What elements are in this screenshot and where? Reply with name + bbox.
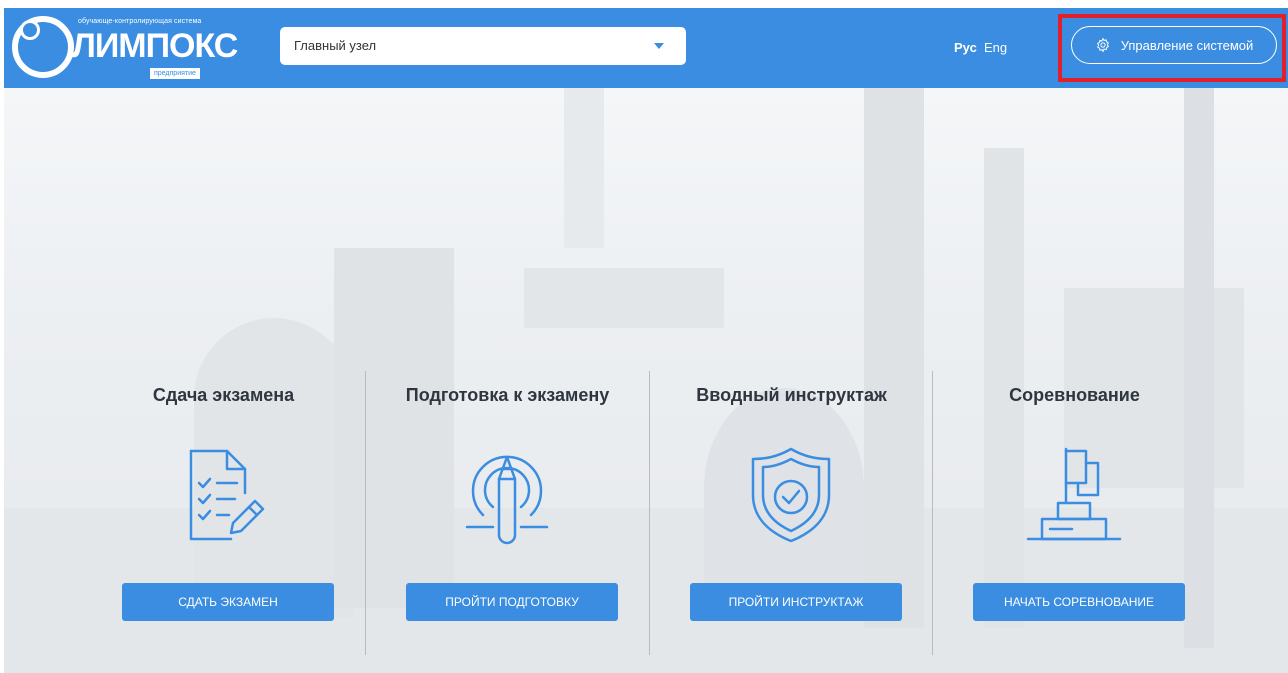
logo-circle-icon xyxy=(12,16,74,78)
podium-flag-icon xyxy=(1014,435,1134,555)
page: обучающе-контролирующая система ЛИМПОКС … xyxy=(4,8,1288,673)
system-management-label: Управление системой xyxy=(1120,37,1254,53)
system-management-button[interactable]: Управление системой xyxy=(1071,26,1277,64)
start-preparation-button[interactable]: ПРОЙТИ ПОДГОТОВКУ xyxy=(406,583,618,621)
feature-cards: Сдача экзамена СДАТЬ ЭКЗАМЕН Подготовка … xyxy=(4,363,1288,663)
take-exam-button[interactable]: СДАТЬ ЭКЗАМЕН xyxy=(122,583,334,621)
card-title: Сдача экзамена xyxy=(152,385,295,405)
start-induction-button[interactable]: ПРОЙТИ ИНСТРУКТАЖ xyxy=(690,583,902,621)
node-select[interactable]: Главный узел xyxy=(280,27,686,65)
shield-check-icon xyxy=(731,435,851,555)
logo-wordmark: ЛИМПОКС xyxy=(72,27,238,65)
card-title: Соревнование xyxy=(1009,385,1140,405)
start-competition-button[interactable]: НАЧАТЬ СОРЕВНОВАНИЕ xyxy=(973,583,1185,621)
top-header: обучающе-контролирующая система ЛИМПОКС … xyxy=(4,8,1288,88)
logo-subtitle: предприятие xyxy=(150,68,200,79)
node-select-value: Главный узел xyxy=(294,38,377,53)
card-induction: Вводный инструктаж ПРОЙТИ ИНСТРУКТАЖ xyxy=(650,363,933,663)
caret-down-icon xyxy=(654,43,664,49)
gear-icon xyxy=(1096,37,1109,53)
lang-en-link[interactable]: Eng xyxy=(984,8,1007,88)
logo-tagline: обучающе-контролирующая система xyxy=(78,18,202,25)
lang-ru-link[interactable]: Рус xyxy=(954,8,977,88)
card-preparation: Подготовка к экзамену ПРОЙТИ ПОДГОТОВКУ xyxy=(366,363,649,663)
card-exam: Сдача экзамена СДАТЬ ЭКЗАМЕН xyxy=(82,363,365,663)
checklist-document-icon xyxy=(163,435,283,555)
pencil-target-icon xyxy=(447,435,567,555)
card-competition: Соревнование НАЧАТЬ СОРЕВНОВАНИЕ xyxy=(933,363,1216,663)
card-title: Подготовка к экзамену xyxy=(405,385,610,405)
logo[interactable]: обучающе-контролирующая система ЛИМПОКС … xyxy=(12,12,238,84)
card-title: Вводный инструктаж xyxy=(696,385,887,405)
